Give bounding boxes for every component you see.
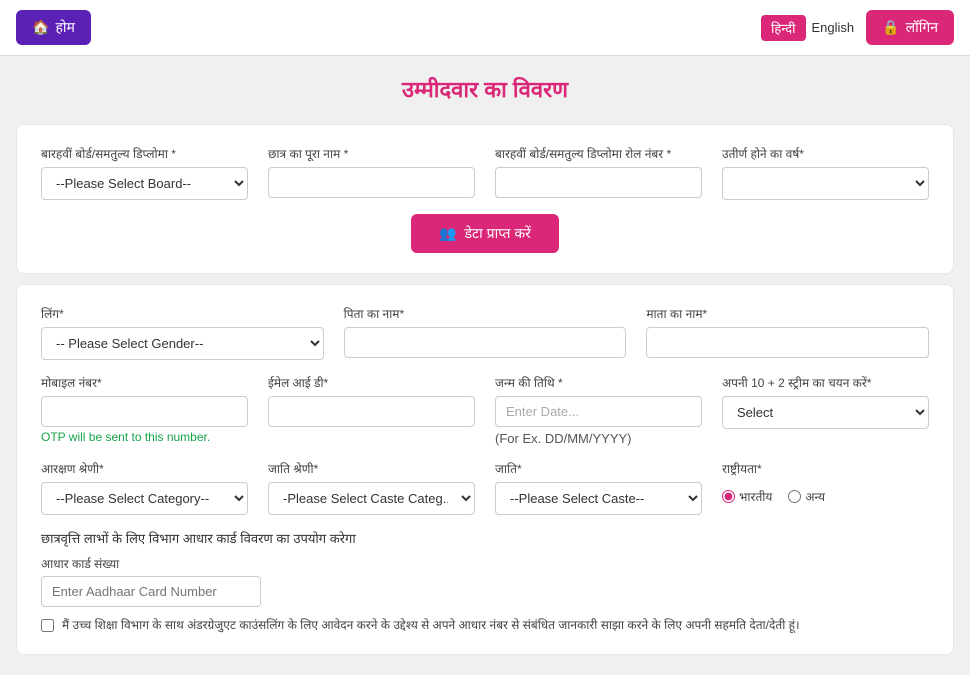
nationality-other-option[interactable]: अन्य [788, 488, 825, 505]
lock-icon: 🔒 [882, 19, 899, 36]
student-name-label: छात्र का पूरा नाम * [268, 145, 475, 162]
dob-input[interactable] [495, 396, 702, 427]
father-name-label: पिता का नाम* [344, 305, 627, 322]
caste-category-label: जाति श्रेणी* [268, 460, 475, 477]
consent-checkbox[interactable] [41, 619, 54, 632]
roll-input[interactable] [495, 167, 702, 198]
otp-hint: OTP will be sent to this number. [41, 430, 248, 444]
login-button[interactable]: 🔒 लॉगिन [866, 10, 954, 45]
student-name-input[interactable] [268, 167, 475, 198]
board-label: बारहवीं बोर्ड/समतुल्य डिप्लोमा * [41, 145, 248, 162]
section2-row2: मोबाइल नंबर* OTP will be sent to this nu… [41, 374, 929, 446]
category-group: आरक्षण श्रेणी* --Please Select Category-… [41, 460, 248, 515]
nationality-other-label: अन्य [805, 488, 825, 505]
father-name-group: पिता का नाम* [344, 305, 627, 360]
home-button[interactable]: 🏠 होम [16, 10, 91, 45]
fetch-btn-row: 👥 डेटा प्राप्त करें [41, 214, 929, 253]
page-title: उम्मीदवार का विवरण [0, 56, 970, 114]
email-group: ईमेल आई डी* [268, 374, 475, 427]
section2-row3: आरक्षण श्रेणी* --Please Select Category-… [41, 460, 929, 515]
gender-label: लिंग* [41, 305, 324, 322]
gender-select[interactable]: -- Please Select Gender-- [41, 327, 324, 360]
caste-select[interactable]: --Please Select Caste-- [495, 482, 702, 515]
roll-group: बारहवीं बोर्ड/समतुल्य डिप्लोमा रोल नंबर … [495, 145, 702, 200]
section2-row1: लिंग* -- Please Select Gender-- पिता का … [41, 305, 929, 360]
roll-label: बारहवीं बोर्ड/समतुल्य डिप्लोमा रोल नंबर … [495, 145, 702, 162]
stream-select[interactable]: Select [722, 396, 929, 429]
fetch-label: डेटा प्राप्त करें [465, 224, 531, 243]
caste-label: जाति* [495, 460, 702, 477]
language-switcher: हिन्दी English [761, 15, 854, 41]
father-name-input[interactable] [344, 327, 627, 358]
dob-group: जन्म की तिथि * (For Ex. DD/MM/YYYY) [495, 374, 702, 446]
nationality-other-radio[interactable] [788, 490, 801, 503]
email-label: ईमेल आई डी* [268, 374, 475, 391]
stream-group: अपनी 10 + 2 स्ट्रीम का चयन करें* Select [722, 374, 929, 429]
dob-label: जन्म की तिथि * [495, 374, 702, 391]
aadhaar-number-label: आधार कार्ड संख्या [41, 555, 929, 572]
aadhaar-info-text: छात्रवृत्ति लाभों के लिए विभाग आधार कार्… [41, 529, 929, 547]
consent-row: मैं उच्च शिक्षा विभाग के साथ अंडरग्रेजुए… [41, 617, 929, 634]
passing-year-select[interactable] [722, 167, 929, 200]
nationality-indian-radio[interactable] [722, 490, 735, 503]
caste-category-select[interactable]: -Please Select Caste Categ... [268, 482, 475, 515]
caste-category-group: जाति श्रेणी* -Please Select Caste Categ.… [268, 460, 475, 515]
aadhaar-input[interactable] [41, 576, 261, 607]
header: 🏠 होम हिन्दी English 🔒 लॉगिन [0, 0, 970, 56]
category-label: आरक्षण श्रेणी* [41, 460, 248, 477]
consent-text: मैं उच्च शिक्षा विभाग के साथ अंडरग्रेजुए… [62, 617, 800, 634]
home-label: होम [55, 18, 74, 37]
nationality-indian-label: भारतीय [739, 488, 772, 505]
mobile-label: मोबाइल नंबर* [41, 374, 248, 391]
stream-label: अपनी 10 + 2 स्ट्रीम का चयन करें* [722, 374, 929, 391]
section2-card: लिंग* -- Please Select Gender-- पिता का … [16, 284, 954, 655]
student-name-group: छात्र का पूरा नाम * [268, 145, 475, 200]
fetch-data-button[interactable]: 👥 डेटा प्राप्त करें [411, 214, 559, 253]
dob-format-hint: (For Ex. DD/MM/YYYY) [495, 431, 702, 446]
gender-group: लिंग* -- Please Select Gender-- [41, 305, 324, 360]
nationality-group: राष्ट्रीयता* भारतीय अन्य [722, 460, 929, 510]
email-input[interactable] [268, 396, 475, 427]
mother-name-input[interactable] [646, 327, 929, 358]
login-label: लॉगिन [906, 18, 938, 37]
home-icon: 🏠 [32, 19, 49, 36]
section1-card: बारहवीं बोर्ड/समतुल्य डिप्लोमा * --Pleas… [16, 124, 954, 274]
category-select[interactable]: --Please Select Category-- [41, 482, 248, 515]
fetch-icon: 👥 [439, 225, 456, 242]
nationality-radio-group: भारतीय अन्य [722, 488, 929, 510]
mobile-group: मोबाइल नंबर* OTP will be sent to this nu… [41, 374, 248, 444]
nationality-label: राष्ट्रीयता* [722, 460, 929, 477]
header-right: हिन्दी English 🔒 लॉगिन [761, 10, 954, 45]
mother-name-group: माता का नाम* [646, 305, 929, 360]
english-lang-button[interactable]: English [812, 20, 855, 35]
nationality-indian-option[interactable]: भारतीय [722, 488, 772, 505]
passing-year-label: उतीर्ण होने का वर्ष* [722, 145, 929, 162]
mother-name-label: माता का नाम* [646, 305, 929, 322]
passing-year-group: उतीर्ण होने का वर्ष* [722, 145, 929, 200]
caste-group: जाति* --Please Select Caste-- [495, 460, 702, 515]
section1-row1: बारहवीं बोर्ड/समतुल्य डिप्लोमा * --Pleas… [41, 145, 929, 200]
board-group: बारहवीं बोर्ड/समतुल्य डिप्लोमा * --Pleas… [41, 145, 248, 200]
mobile-input[interactable] [41, 396, 248, 427]
hindi-lang-button[interactable]: हिन्दी [761, 15, 806, 41]
board-select[interactable]: --Please Select Board-- [41, 167, 248, 200]
aadhaar-group: आधार कार्ड संख्या [41, 555, 929, 607]
